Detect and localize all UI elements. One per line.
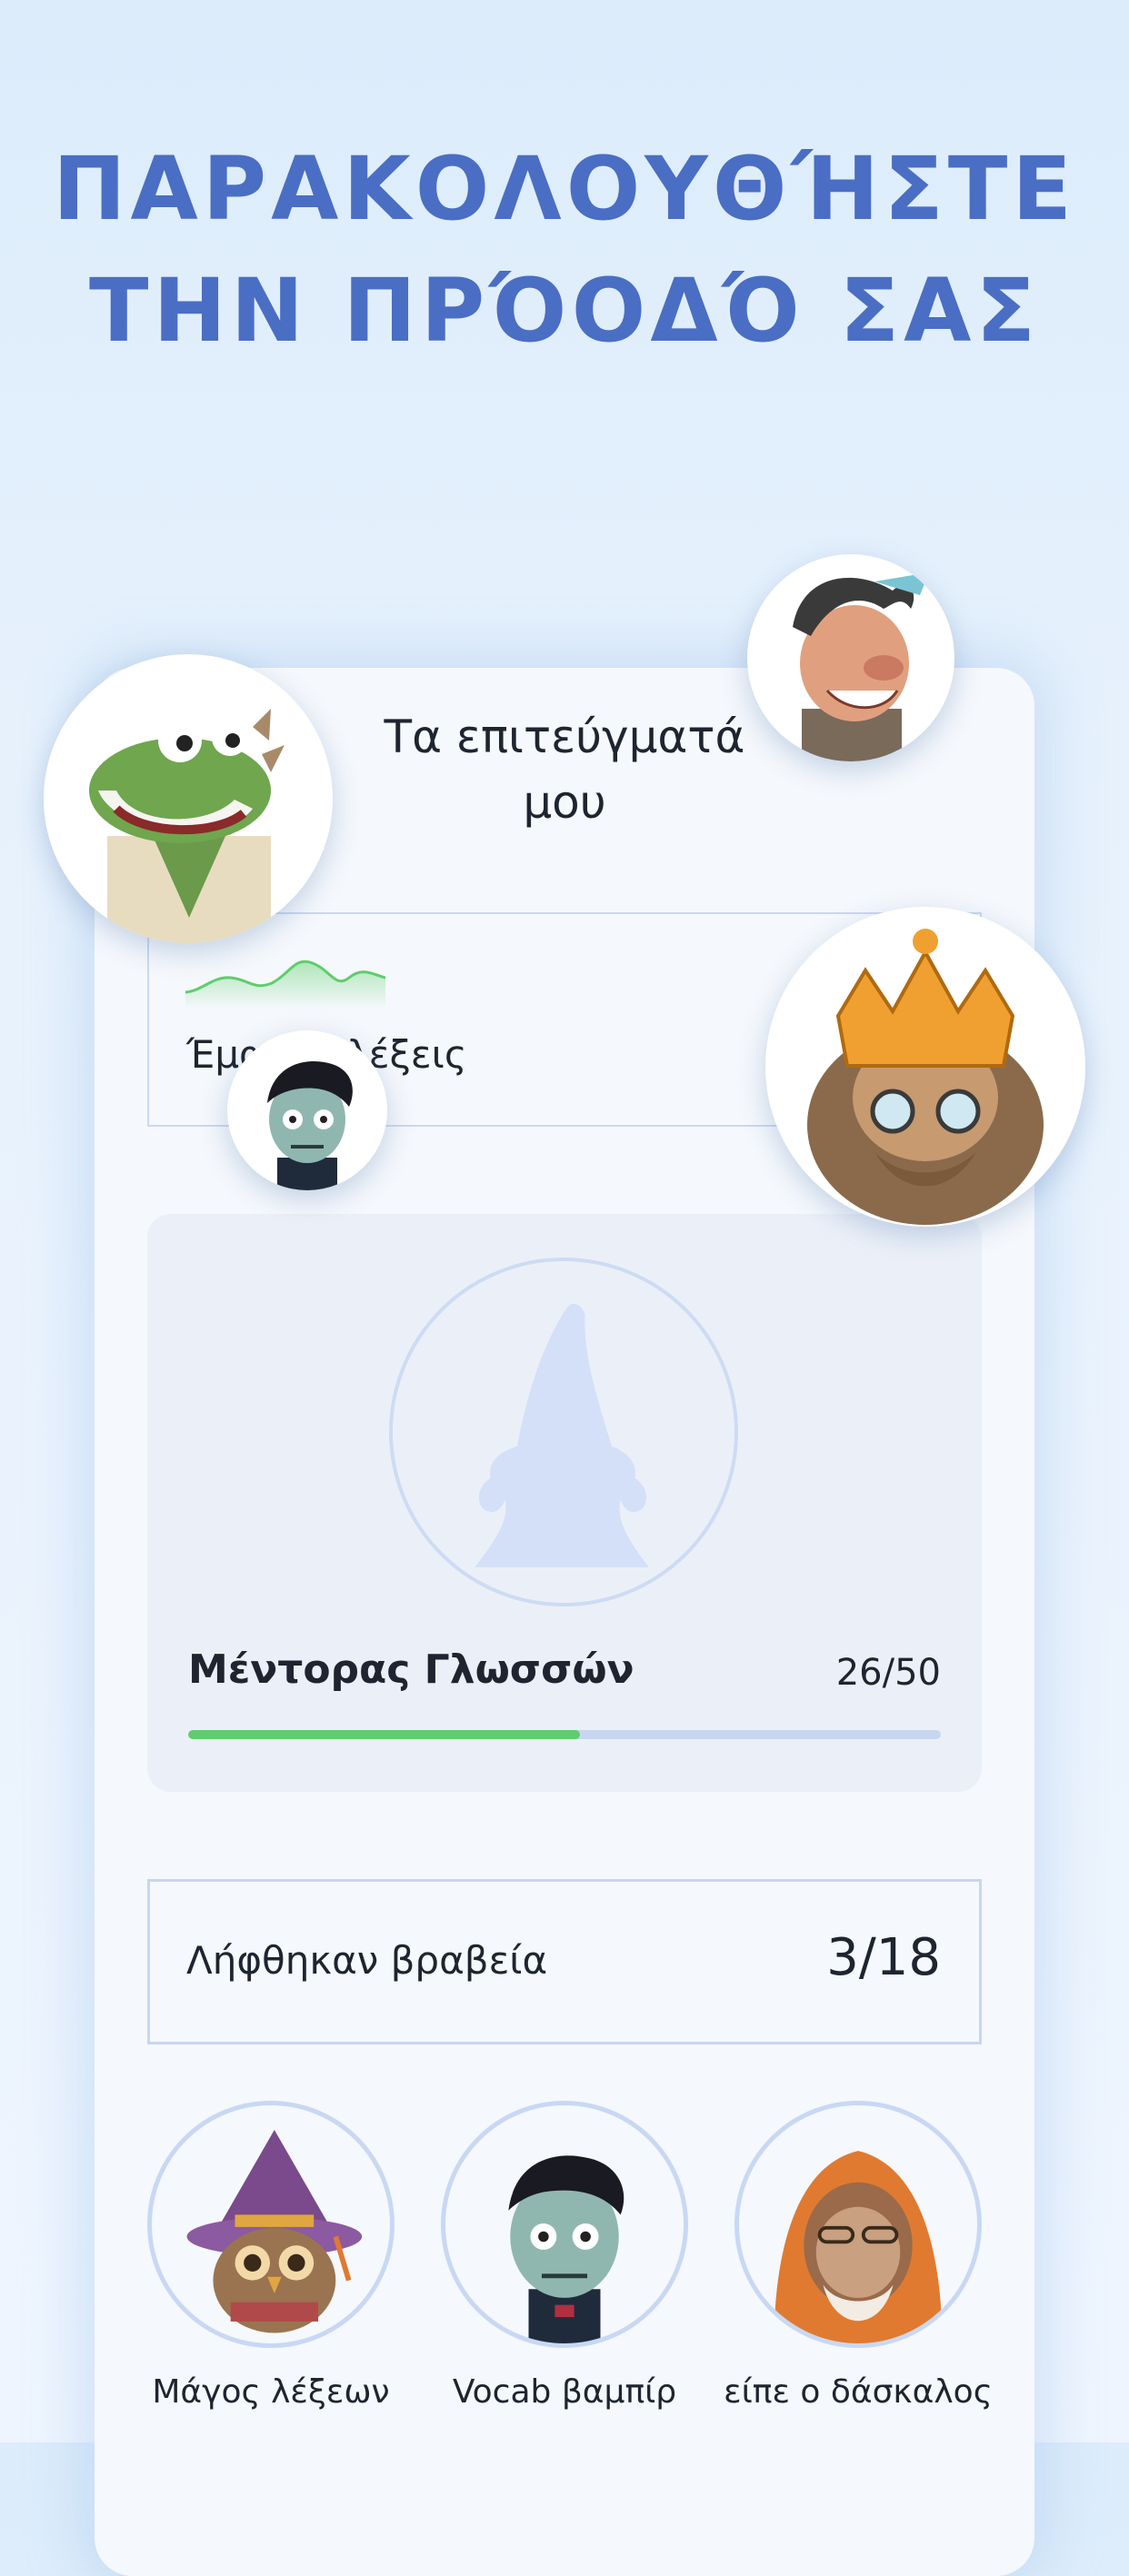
badge-teacher-said[interactable] (734, 2101, 982, 2348)
badge-label-teacher-said: είπε ο δάσκαλος (724, 2373, 993, 2411)
zombie-icon (267, 1061, 353, 1190)
headline-line-2: ΤΗΝ ΠΡΌΟΔΌ ΣΑΣ (88, 260, 1041, 362)
headline-line-1: ΠΑΡΑΚΟΛΟΥΘΉΣΤΕ (53, 138, 1076, 240)
owl-wizard-icon (186, 2129, 363, 2333)
mentor-title: Μέντορας Γλωσσών (188, 1646, 634, 1693)
crocodile-icon (89, 709, 285, 943)
zombie-vampire-icon (508, 2155, 624, 2343)
sparkline-graph (185, 960, 385, 1009)
gnome-silhouette-icon (475, 1303, 649, 1567)
crocodile-avatar (44, 654, 333, 943)
locked-badge-ring (389, 1258, 738, 1606)
king-sage-icon (807, 929, 1044, 1225)
awards-received-count: 3/18 (826, 1928, 941, 1987)
hooded-ape-icon (774, 2151, 943, 2343)
king-avatar (765, 907, 1085, 1227)
badge-label-vocab-vampire: Vocab βαμπίρ (452, 2373, 677, 2411)
zombie-avatar (227, 1030, 387, 1190)
caveman-avatar (747, 554, 954, 761)
badge-label-word-wizard: Μάγος λέξεων (152, 2373, 390, 2411)
awards-received-label: Λήφθηκαν βραβεία (186, 1938, 548, 1983)
mentor-progress-fill (188, 1730, 580, 1739)
caveman-icon (793, 572, 929, 761)
mentor-progress-count: 26/50 (835, 1652, 941, 1694)
badge-word-wizard[interactable] (147, 2101, 395, 2348)
mentor-progress-bar (188, 1730, 941, 1739)
badge-vocab-vampire[interactable] (441, 2101, 688, 2348)
